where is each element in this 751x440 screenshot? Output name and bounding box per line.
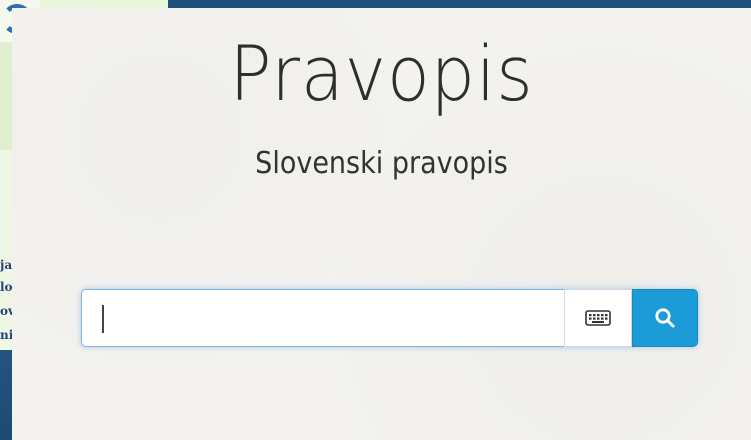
background-side-text: ov	[0, 304, 12, 318]
search-input[interactable]	[81, 289, 564, 347]
screen: ja lo ov ni Pravopis Slovenski pravopis	[0, 0, 751, 440]
background-side-text: ja	[0, 258, 12, 272]
text-caret	[102, 305, 104, 333]
background-side-text: ni	[0, 328, 12, 342]
keyboard-icon	[585, 310, 611, 326]
search-button[interactable]	[632, 289, 698, 347]
magnifier-icon	[655, 308, 675, 328]
page-title: Pravopis	[229, 29, 534, 118]
keyboard-button[interactable]	[564, 289, 632, 347]
background-side-text: lo	[0, 280, 12, 294]
page-subtitle: Slovenski pravopis	[255, 146, 508, 181]
main-panel: Pravopis Slovenski pravopis	[12, 8, 751, 440]
search-bar	[81, 289, 698, 347]
